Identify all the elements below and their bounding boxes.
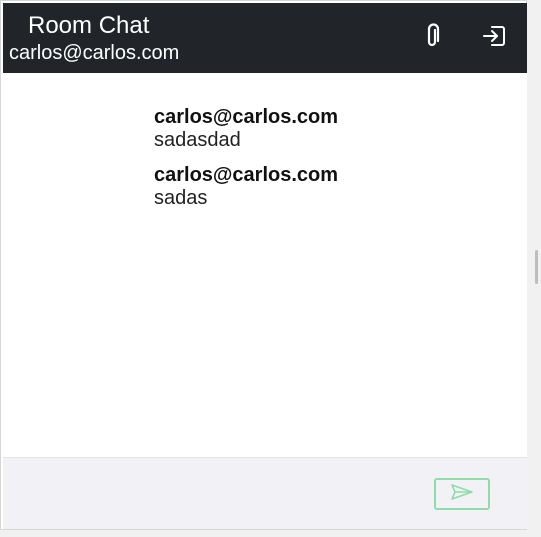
room-title: Room Chat — [28, 12, 150, 39]
send-icon — [450, 483, 474, 506]
chat-header: Room Chat carlos@carlos.com — [3, 3, 527, 73]
message-composer — [3, 457, 527, 529]
message-author: carlos@carlos.com — [154, 164, 339, 186]
message-input[interactable] — [3, 458, 423, 528]
send-button[interactable] — [434, 478, 490, 510]
sign-out-icon — [481, 24, 507, 53]
scrollbar-thumb[interactable] — [535, 250, 538, 284]
message-text: sadas — [154, 187, 208, 209]
logout-button[interactable] — [479, 23, 509, 53]
message-text: sadasdad — [154, 129, 241, 151]
attach-button[interactable] — [417, 22, 447, 54]
message-author: carlos@carlos.com — [154, 106, 339, 128]
paperclip-icon — [423, 22, 441, 54]
current-user-email: carlos@carlos.com — [9, 42, 180, 64]
chat-window: Room Chat carlos@carlos.com carlos@carlo… — [0, 0, 527, 530]
message-item: carlos@carlos.com sadas — [154, 164, 338, 210]
message-item: carlos@carlos.com sadasdad — [154, 106, 338, 152]
message-list: carlos@carlos.com sadasdad carlos@carlos… — [3, 73, 527, 457]
